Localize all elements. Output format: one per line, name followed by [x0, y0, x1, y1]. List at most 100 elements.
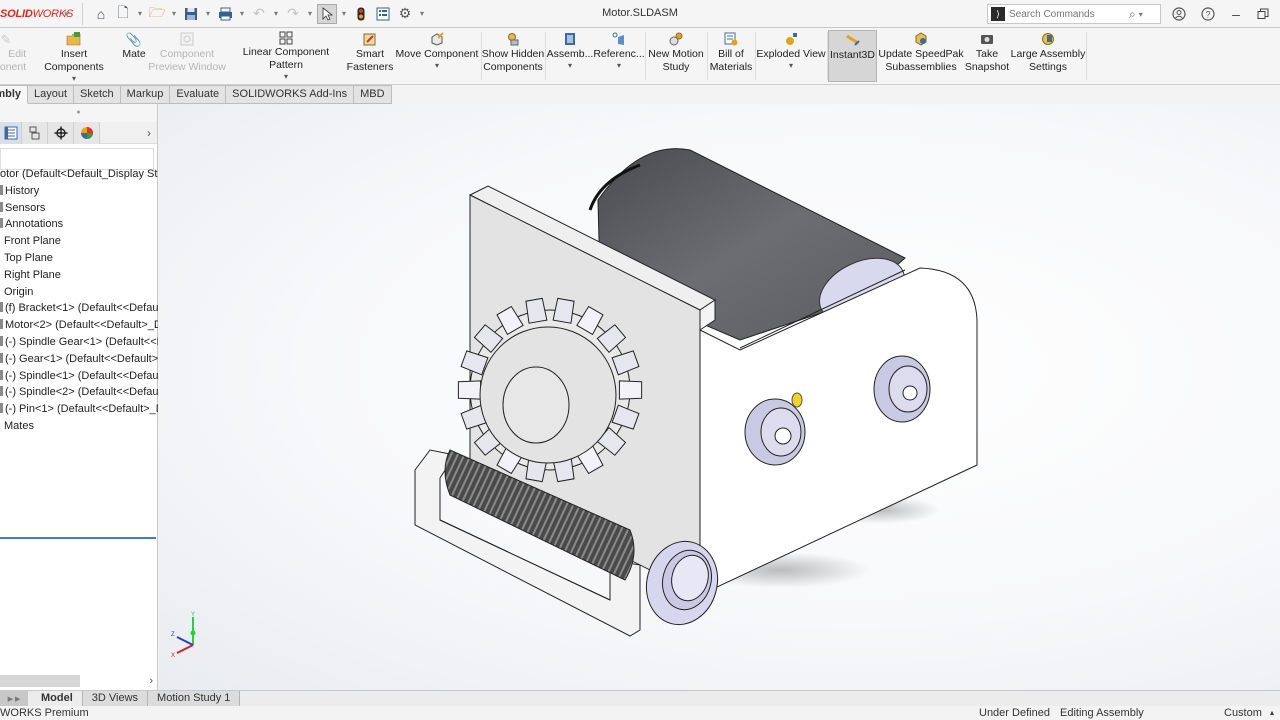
new-dropdown-icon[interactable]: ▾ — [135, 9, 145, 18]
options-icon[interactable]: ⚙ — [395, 4, 415, 24]
show-hidden-components-button[interactable]: Show Hidden Components — [482, 30, 544, 82]
save-dropdown-icon[interactable]: ▾ — [203, 9, 213, 18]
mate-button[interactable]: 📎 Mate — [118, 30, 150, 82]
undo-dropdown-icon[interactable]: ▾ — [271, 9, 281, 18]
home-icon[interactable]: ⌂ — [91, 4, 111, 24]
tree-item[interactable]: (-) Pin<1> (Default<<Default>_D — [0, 401, 158, 418]
redo-icon[interactable]: ↷ — [283, 4, 303, 24]
solidworks-logo[interactable]: SOLIDWORKS — [0, 8, 73, 20]
graphics-area[interactable]: ⌕ ⌕ ↺ ▥ ✎ ❒▾ ◧▾ ✦▾ ▾ ▭▾ ◧ ▢ – ❐ Y Z — [159, 104, 1280, 690]
tree-item[interactable]: (f) Bracket<1> (Default<<Defaul — [0, 300, 158, 317]
tree-item[interactable]: Top Plane — [0, 250, 158, 267]
scroll-right-icon[interactable]: › — [149, 675, 153, 687]
component-preview-window-button[interactable]: Component Preview Window — [148, 30, 226, 82]
tab-sketch[interactable]: Sketch — [74, 85, 121, 104]
tree-item[interactable]: Origin — [0, 284, 158, 301]
horizontal-scrollbar[interactable]: › — [0, 674, 156, 688]
cmd-label: Edit Component — [0, 48, 27, 73]
move-component-button[interactable]: Move Component ▾ — [394, 30, 480, 82]
tree-item[interactable]: Annotations — [0, 216, 158, 233]
new-motion-study-button[interactable]: New Motion Study — [646, 30, 706, 82]
chevron-down-icon[interactable]: ▾ — [435, 61, 439, 71]
tab-label: mbly — [0, 88, 21, 100]
open-icon[interactable]: 🗁 — [147, 4, 167, 24]
insert-components-button[interactable]: Insert Components ▾ — [30, 30, 118, 84]
property-manager-icon[interactable] — [22, 122, 48, 144]
edit-component-button[interactable]: ✎ Edit Component — [0, 30, 26, 82]
tab-evaluate[interactable]: Evaluate — [170, 85, 227, 104]
new-document-icon[interactable]: 🗋 — [113, 4, 133, 24]
search-commands[interactable]: ⟩ ⌕ ▾ — [987, 4, 1161, 24]
large-assembly-settings-button[interactable]: Large Assembly Settings — [1011, 30, 1085, 82]
tree-item[interactable]: Right Plane — [0, 267, 158, 284]
units-selector[interactable]: Custom — [1224, 706, 1262, 720]
chevron-down-icon[interactable]: ▾ — [617, 61, 621, 71]
chevron-right-icon[interactable]: › — [141, 122, 157, 143]
file-properties-icon[interactable] — [373, 4, 393, 24]
scroll-right-icon[interactable]: ▶ — [15, 695, 20, 703]
tab-solidworks-add-ins[interactable]: SOLIDWORKS Add-Ins — [226, 85, 355, 104]
tree-item[interactable]: Motor<2> (Default<<Default>_D — [0, 317, 158, 334]
tree-item[interactable]: otor (Default<Default_Display Sta — [0, 166, 158, 183]
help-icon[interactable]: ? — [1198, 4, 1218, 24]
side-pulley-right[interactable] — [873, 355, 931, 423]
tab-markup[interactable]: Markup — [120, 85, 171, 104]
panel-grip[interactable]: ● — [0, 104, 157, 122]
tree-item[interactable]: (-) Spindle<2> (Default<<Defaul — [0, 384, 158, 401]
exploded-view-button[interactable]: Exploded View ▾ — [756, 30, 826, 82]
tree-item[interactable]: Sensors — [0, 200, 158, 217]
open-dropdown-icon[interactable]: ▾ — [169, 9, 179, 18]
instant3d-button[interactable]: Instant3D — [828, 30, 877, 82]
user-account-icon[interactable] — [1169, 4, 1189, 24]
tree-item[interactable]: (-) Spindle Gear<1> (Default<<D — [0, 334, 158, 351]
linear-component-pattern-button[interactable]: Linear Component Pattern ▾ — [226, 30, 346, 82]
reference-geometry-button[interactable]: Referenc... ▾ — [593, 30, 645, 82]
assembly-features-button[interactable]: Assemb... ▾ — [547, 30, 593, 82]
bill-of-materials-button[interactable]: Bill of Materials — [708, 30, 754, 82]
tab-3d-views[interactable]: 3D Views — [82, 691, 149, 706]
restore-icon[interactable] — [1253, 4, 1273, 24]
smart-fasteners-button[interactable]: Smart Fasteners — [346, 30, 394, 82]
display-manager-icon[interactable] — [74, 122, 100, 144]
menu-expand-icon[interactable]: ▸ — [60, 8, 74, 19]
tab-scroll-buttons[interactable]: ▶ ▶ — [0, 691, 28, 706]
tree-item[interactable]: History — [0, 183, 158, 200]
tab-motion-study-1[interactable]: Motion Study 1 — [148, 691, 241, 706]
chevron-down-icon[interactable]: ▾ — [72, 74, 76, 84]
update-speedpak-button[interactable]: Update SpeedPak Subassemblies — [878, 30, 964, 82]
tree-item[interactable]: Front Plane — [0, 233, 158, 250]
tab-assembly[interactable]: mbly — [0, 85, 28, 104]
minimize-icon[interactable]: – — [1226, 4, 1246, 24]
search-icon[interactable]: ⌕ — [1129, 7, 1136, 22]
tab-model[interactable]: Model — [32, 691, 83, 706]
scrollbar-thumb[interactable] — [0, 675, 80, 687]
feature-tree-icon[interactable] — [0, 122, 22, 144]
rollback-bar[interactable] — [0, 537, 156, 539]
tree-item[interactable]: (-) Spindle<1> (Default<<Defaul — [0, 368, 158, 385]
chevron-down-icon[interactable]: ▾ — [568, 61, 572, 71]
select-icon[interactable] — [317, 3, 337, 24]
chevron-down-icon[interactable]: ▾ — [284, 72, 288, 82]
print-icon[interactable] — [215, 4, 235, 24]
save-icon[interactable] — [181, 4, 201, 24]
configuration-manager-icon[interactable] — [48, 122, 74, 144]
undo-icon[interactable]: ↶ — [249, 4, 269, 24]
gear[interactable] — [457, 297, 643, 483]
search-dropdown-icon[interactable]: ▾ — [1139, 10, 1143, 19]
tab-mbd[interactable]: MBD — [354, 85, 392, 104]
tree-item[interactable]: (-) Gear<1> (Default<<Default>_ — [0, 351, 158, 368]
scroll-left-icon[interactable]: ▶ — [8, 695, 13, 703]
pin[interactable] — [791, 392, 803, 408]
chevron-down-icon[interactable]: ▾ — [789, 61, 793, 71]
tab-layout[interactable]: Layout — [28, 85, 75, 104]
search-input[interactable] — [1009, 8, 1127, 20]
options-dropdown-icon[interactable]: ▾ — [417, 9, 427, 18]
take-snapshot-button[interactable]: Take Snapshot — [963, 30, 1011, 82]
tree-item[interactable]: Mates — [0, 418, 158, 435]
print-dropdown-icon[interactable]: ▾ — [237, 9, 247, 18]
select-dropdown-icon[interactable]: ▾ — [339, 9, 349, 18]
units-dropdown-icon[interactable]: ▴ — [1270, 706, 1274, 720]
assembly-model[interactable] — [159, 104, 1280, 690]
redo-dropdown-icon[interactable]: ▾ — [305, 9, 315, 18]
rebuild-icon[interactable] — [351, 4, 371, 24]
